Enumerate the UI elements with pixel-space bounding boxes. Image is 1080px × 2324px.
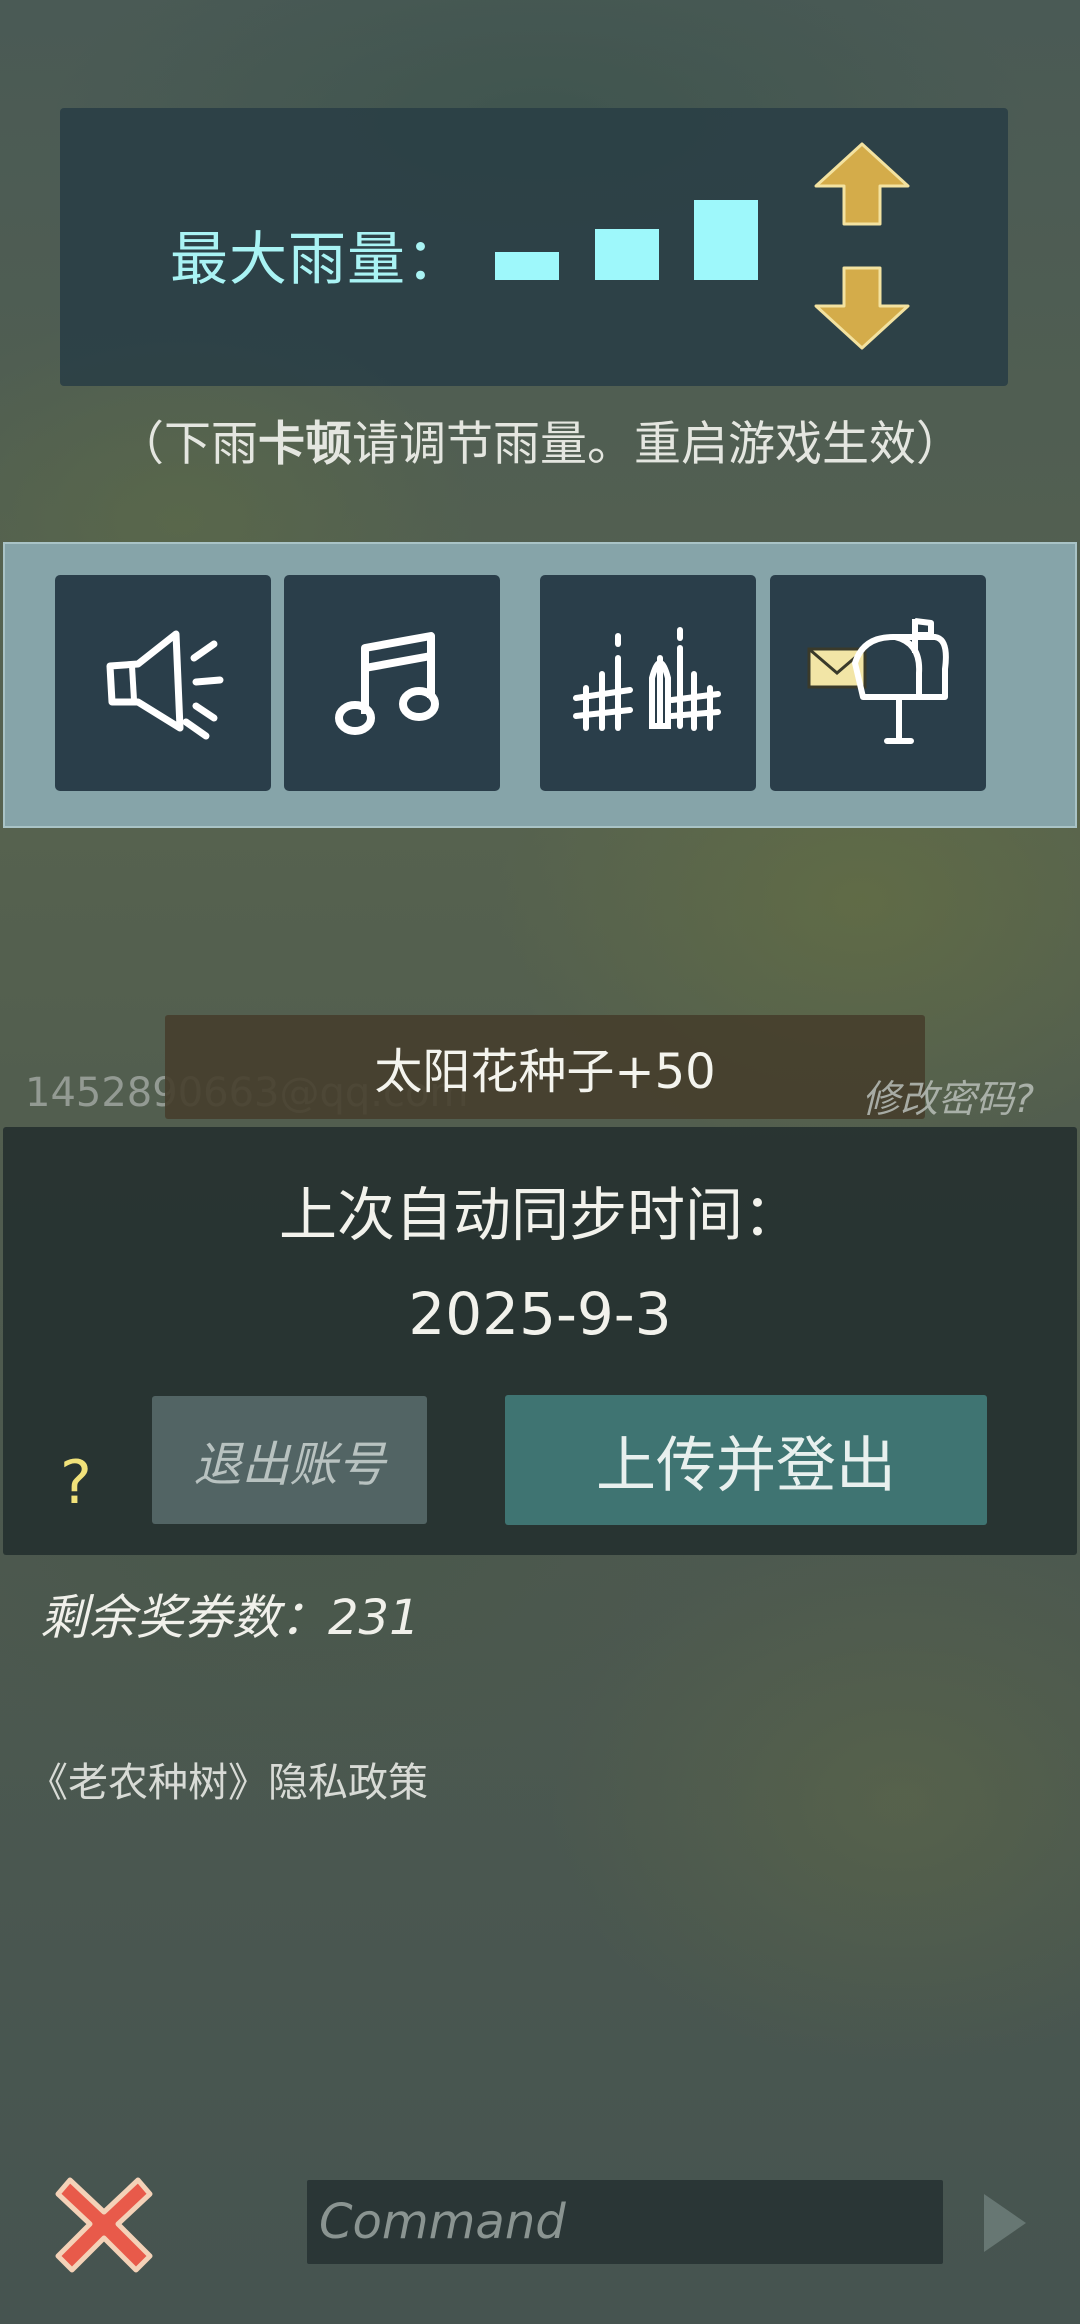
rain-level-bar-3 (694, 200, 758, 280)
logout-button[interactable]: 退出账号 (152, 1396, 427, 1524)
mailbox-icon (807, 618, 949, 744)
decrease-rain-arrow-icon[interactable] (808, 262, 916, 352)
reward-toast: 太阳花种子+50 (165, 1015, 925, 1119)
change-password-link[interactable]: 修改密码? (862, 1068, 1034, 1123)
ticket-count: 剩余奖券数：231 (40, 1590, 420, 1646)
rain-note-prefix: （下雨 (117, 417, 258, 472)
fence-toggle-button[interactable] (540, 575, 756, 791)
close-icon[interactable] (52, 2172, 156, 2276)
rain-level-bar-1 (495, 252, 559, 280)
rain-label: 最大雨量： (170, 225, 466, 293)
rain-note: （下雨卡顿请调节雨量。重启游戏生效） (0, 405, 1080, 474)
speaker-icon (106, 630, 224, 740)
sync-title: 上次自动同步时间： (278, 1181, 801, 1249)
rain-level-bar-2 (595, 229, 659, 280)
fence-icon (573, 627, 721, 731)
rain-note-bold: 卡顿 (258, 417, 352, 472)
music-toggle-button[interactable] (284, 575, 500, 791)
music-note-icon (335, 632, 439, 735)
upload-and-logout-button[interactable]: 上传并登出 (505, 1395, 987, 1525)
privacy-policy-link[interactable]: 《老农种树》隐私政策 (28, 1750, 428, 1808)
sync-date: 2025-9-3 (408, 1280, 672, 1348)
mailbox-button[interactable] (770, 575, 986, 791)
command-input[interactable] (307, 2180, 943, 2264)
help-icon[interactable]: ? (60, 1448, 92, 1518)
sound-toggle-button[interactable] (55, 575, 271, 791)
rain-note-suffix: 请调节雨量。重启游戏生效） (352, 417, 963, 472)
increase-rain-arrow-icon[interactable] (808, 140, 916, 230)
send-arrow-icon[interactable] (978, 2190, 1030, 2256)
